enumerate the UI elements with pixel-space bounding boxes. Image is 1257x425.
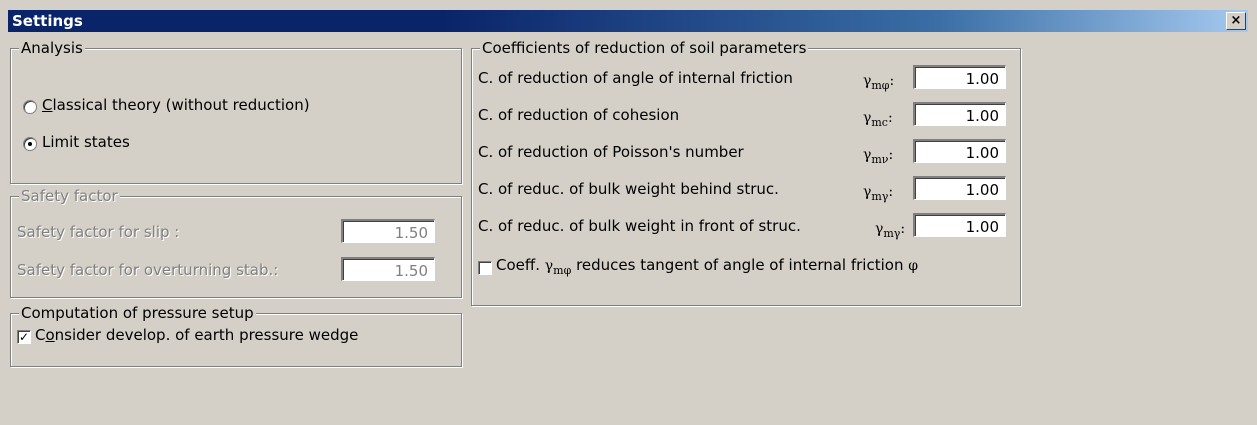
gamma-symbol: γmc: (863, 110, 893, 129)
slip-label: Safety factor for slip : (17, 223, 180, 241)
safety-factor-group: Safety factor Safety factor for slip : 1… (10, 187, 462, 298)
title-bar: Settings (8, 10, 1248, 32)
tangent-reduction-checkbox[interactable] (478, 261, 492, 275)
coef-row-label: C. of reduc. of bulk weight behind struc… (478, 180, 779, 198)
gamma-symbol: γmφ (544, 258, 572, 277)
coef-row-label: C. of reduc. of bulk weight in front of … (478, 217, 801, 235)
earth-pressure-wedge-label[interactable]: Consider develop. of earth pressure wedg… (35, 326, 358, 344)
settings-window: Settings × Analysis Classical theory (wi… (8, 10, 1248, 425)
classical-theory-label[interactable]: Classical theory (without reduction) (42, 96, 310, 114)
coefficients-legend: Coefficients of reduction of soil parame… (480, 39, 809, 57)
limit-states-label[interactable]: Limit states (42, 133, 130, 151)
earth-pressure-wedge-checkbox[interactable]: ✓ (17, 330, 31, 344)
radio-selected-dot (28, 142, 32, 146)
tangent-reduction-label[interactable]: Coeff. γmφ reduces tangent of angle of i… (496, 256, 918, 277)
pressure-setup-group: Computation of pressure setup ✓ Consider… (10, 304, 462, 367)
coef-row-label: C. of reduction of cohesion (478, 106, 680, 124)
classical-theory-radio[interactable] (23, 100, 37, 114)
window-title: Settings (12, 12, 83, 30)
gamma-symbol: γmφ: (863, 73, 895, 92)
coef-input-poisson[interactable]: 1.00 (913, 139, 1006, 163)
coef-row-label: C. of reduction of angle of internal fri… (478, 69, 793, 87)
close-button[interactable]: × (1226, 12, 1246, 30)
analysis-legend: Analysis (19, 39, 85, 57)
gamma-symbol: γmγ: (875, 221, 906, 240)
coef-input-cohesion[interactable]: 1.00 (913, 102, 1006, 126)
safety-factor-legend: Safety factor (19, 187, 120, 205)
gamma-symbol: γmγ: (863, 184, 894, 203)
pressure-setup-legend: Computation of pressure setup (19, 304, 256, 322)
gamma-symbol: γmν: (863, 147, 894, 166)
coef-input-weight-front[interactable]: 1.00 (913, 213, 1006, 237)
coef-row-label: C. of reduction of Poisson's number (478, 143, 744, 161)
coefficients-group: Coefficients of reduction of soil parame… (471, 39, 1021, 306)
coef-input-weight-behind[interactable]: 1.00 (913, 176, 1006, 200)
limit-states-radio[interactable] (23, 137, 37, 151)
analysis-group: Analysis Classical theory (without reduc… (10, 39, 462, 184)
coef-input-friction[interactable]: 1.00 (913, 65, 1006, 89)
phi-symbol: φ (908, 258, 919, 274)
overturning-label: Safety factor for overturning stab.: (17, 261, 279, 279)
overturning-factor-input[interactable]: 1.50 (341, 257, 435, 281)
slip-factor-input[interactable]: 1.50 (341, 219, 435, 243)
